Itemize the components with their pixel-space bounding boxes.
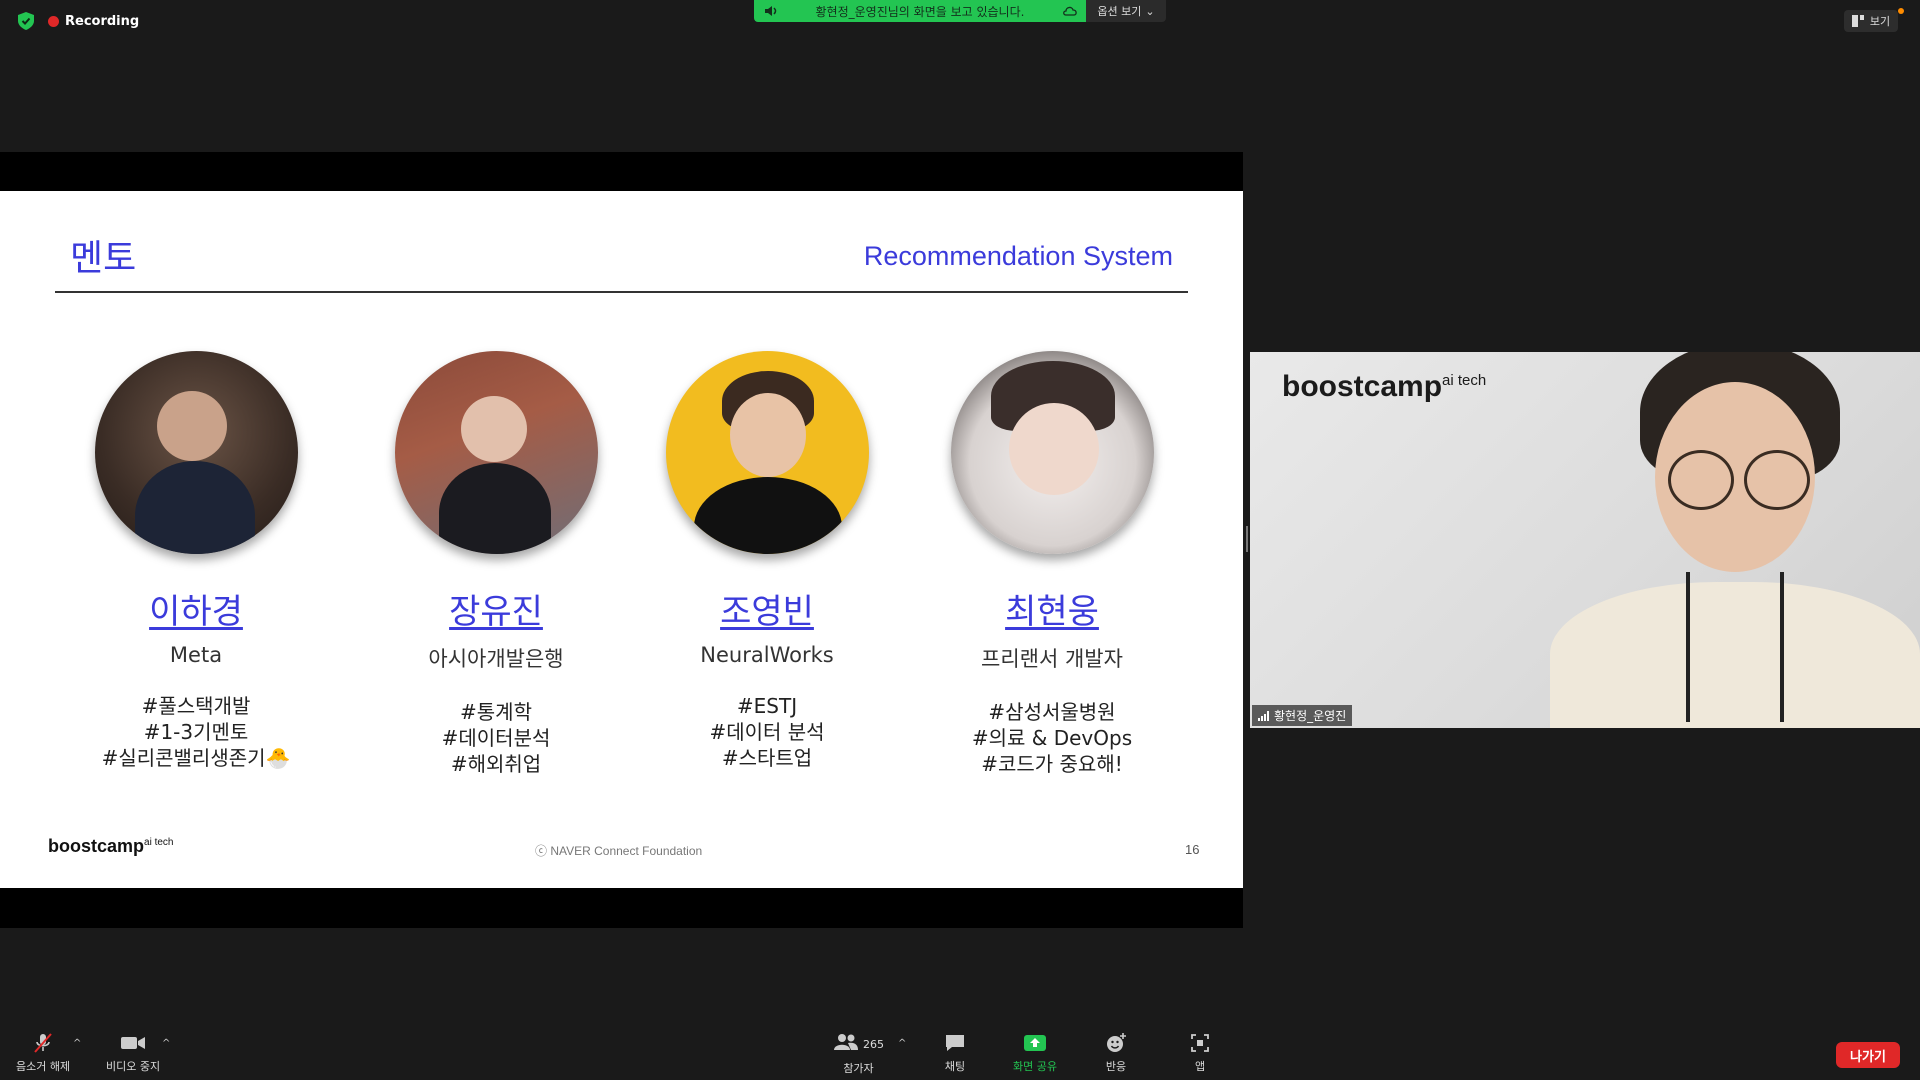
apps-icon: [1191, 1034, 1209, 1052]
mentor-name[interactable]: 최현웅: [922, 584, 1182, 633]
mentor-tags: #삼성서울병원 #의료 & DevOps #코드가 중요해!: [922, 699, 1182, 777]
mentor-tag: #코드가 중요해!: [981, 752, 1123, 776]
share-screen-button[interactable]: 화면 공유: [1013, 1032, 1057, 1074]
mentor-tag: #데이터분석: [441, 726, 551, 750]
chat-button[interactable]: 채팅: [944, 1032, 966, 1074]
reactions-label: 반응: [1105, 1060, 1127, 1073]
view-button-label: 보기: [1869, 15, 1891, 28]
mentor-org: 아시아개발은행: [428, 647, 564, 671]
leave-label: 나가기: [1850, 1049, 1886, 1065]
participants-label: 참가자: [843, 1062, 874, 1075]
mentor-tags: #ESTJ #데이터 분석 #스타트업: [637, 693, 897, 771]
mentor-tag: #실리콘밸리생존기🐣: [101, 746, 291, 770]
mentor-tag: #해외취업: [450, 752, 542, 776]
slide-divider: [55, 291, 1188, 293]
panel-resize-handle[interactable]: [1246, 526, 1248, 552]
mentor-tags: #통계학 #데이터분석 #해외취업: [366, 699, 626, 777]
chevron-down-icon: ⌄: [1145, 4, 1155, 18]
mic-muted-icon: [34, 1033, 52, 1053]
share-screen-label: 화면 공유: [1013, 1060, 1057, 1073]
notification-dot: [1898, 8, 1904, 14]
slide-page-number: 16: [1185, 842, 1200, 857]
shared-slide[interactable]: 멘토 Recommendation System 이하경 Meta #풀스택개발…: [0, 191, 1243, 888]
mentor-tag: #통계학: [460, 700, 532, 724]
video-camera-icon: [121, 1037, 146, 1049]
chat-icon: [946, 1035, 964, 1051]
reactions-button[interactable]: 반응: [1105, 1032, 1127, 1074]
share-status-text: 황현정_운영진님의 화면을 보고 있습니다.: [815, 4, 1025, 19]
slide-logo-sup: ai tech: [144, 837, 174, 848]
mentor-card: 이하경 Meta #풀스택개발 #1-3기멘토 #실리콘밸리생존기🐣: [66, 351, 326, 771]
slide-logo-text: boostcamp: [48, 836, 145, 856]
signal-strength-icon: [1258, 710, 1269, 721]
mentor-tag: #ESTJ: [736, 694, 798, 718]
mentor-photo: [665, 351, 869, 554]
mentor-name[interactable]: 이하경: [66, 584, 326, 633]
speaker-silhouette: [1550, 352, 1920, 728]
participant-name: 황현정_운영진: [1274, 709, 1347, 723]
mentor-name[interactable]: 장유진: [366, 584, 626, 633]
view-button[interactable]: 보기: [1844, 10, 1898, 32]
mentor-card: 장유진 아시아개발은행 #통계학 #데이터분석 #해외취업: [366, 351, 626, 777]
recording-label: Recording: [65, 13, 140, 29]
shield-icon[interactable]: [18, 12, 34, 30]
slide-footer-logo: boostcampai tech: [48, 836, 173, 857]
mentor-photo: [950, 351, 1154, 554]
mentor-org: 프리랜서 개발자: [981, 647, 1123, 671]
screen-share-banner: 황현정_운영진님의 화면을 보고 있습니다. 옵션 보기 ⌄: [754, 0, 1166, 22]
participant-name-tag: 황현정_운영진: [1252, 705, 1353, 726]
participants-icon-row: 265: [833, 1032, 884, 1056]
slide-title: 멘토: [70, 238, 137, 279]
unmute-button[interactable]: 음소거 해제: [16, 1032, 70, 1074]
slide-letterbox-bottom: [0, 888, 1243, 928]
cloud-icon[interactable]: [1062, 4, 1078, 16]
mentor-tag: #의료 & DevOps: [971, 726, 1133, 750]
participants-button[interactable]: 265 참가자: [833, 1032, 884, 1076]
mentor-tag: #데이터 분석: [709, 720, 825, 744]
video-logo-text: boostcamp: [1282, 370, 1443, 403]
stop-video-label: 비디오 중지: [106, 1060, 161, 1073]
apps-button[interactable]: 앱: [1189, 1032, 1211, 1074]
audio-options-caret[interactable]: ^: [73, 1038, 81, 1049]
participants-icon: [834, 1034, 858, 1050]
recording-dot-icon: [48, 15, 59, 27]
share-status: 황현정_운영진님의 화면을 보고 있습니다.: [754, 0, 1086, 22]
mentor-name[interactable]: 조영빈: [637, 584, 897, 633]
mentor-tag: #풀스택개발: [141, 694, 251, 718]
mentor-card: 조영빈 NeuralWorks #ESTJ #데이터 분석 #스타트업: [637, 351, 897, 771]
mentor-photo: [94, 351, 298, 554]
mentor-tag: #1-3기멘토: [143, 720, 249, 744]
slide-copyright: ⓒ NAVER Connect Foundation: [535, 844, 703, 858]
video-backdrop-logo: boostcampai tech: [1282, 370, 1486, 404]
stop-video-button[interactable]: 비디오 중지: [106, 1032, 160, 1074]
recording-indicator[interactable]: Recording: [48, 14, 139, 29]
meeting-toolbar: 음소거 해제 ^ 비디오 중지 ^ 265 참가자 ^ 채팅 화면 공유 반응 …: [0, 1026, 1920, 1080]
leave-button[interactable]: 나가기: [1836, 1042, 1900, 1068]
mentor-photo: [394, 351, 598, 554]
mentor-tag: #삼성서울병원: [988, 700, 1116, 724]
chat-label: 채팅: [944, 1060, 966, 1073]
video-logo-sup: ai tech: [1442, 372, 1487, 389]
mentor-tags: #풀스택개발 #1-3기멘토 #실리콘밸리생존기🐣: [66, 693, 326, 771]
mentor-tag: #스타트업: [721, 746, 813, 770]
reaction-emoji-icon: [1107, 1033, 1126, 1052]
participants-options-caret[interactable]: ^: [898, 1038, 906, 1049]
participant-count: 265: [863, 1037, 884, 1051]
slide-letterbox-top: [0, 152, 1243, 191]
slide-topic: Recommendation System: [863, 241, 1173, 271]
mentor-card: 최현웅 프리랜서 개발자 #삼성서울병원 #의료 & DevOps #코드가 중…: [922, 351, 1182, 777]
top-left-status: Recording: [18, 12, 139, 30]
view-options-button[interactable]: 옵션 보기 ⌄: [1086, 0, 1166, 22]
view-options-label: 옵션 보기: [1097, 5, 1142, 18]
speaker-video[interactable]: boostcampai tech 황현정_운영진: [1250, 352, 1920, 728]
mentor-org: NeuralWorks: [700, 643, 834, 667]
unmute-label: 음소거 해제: [16, 1060, 71, 1073]
video-options-caret[interactable]: ^: [162, 1038, 170, 1049]
speaker-icon: [765, 6, 777, 16]
mentor-org: Meta: [169, 643, 223, 667]
share-screen-icon: [1023, 1035, 1046, 1051]
apps-label: 앱: [1194, 1060, 1206, 1073]
layout-icon: [1851, 15, 1864, 27]
